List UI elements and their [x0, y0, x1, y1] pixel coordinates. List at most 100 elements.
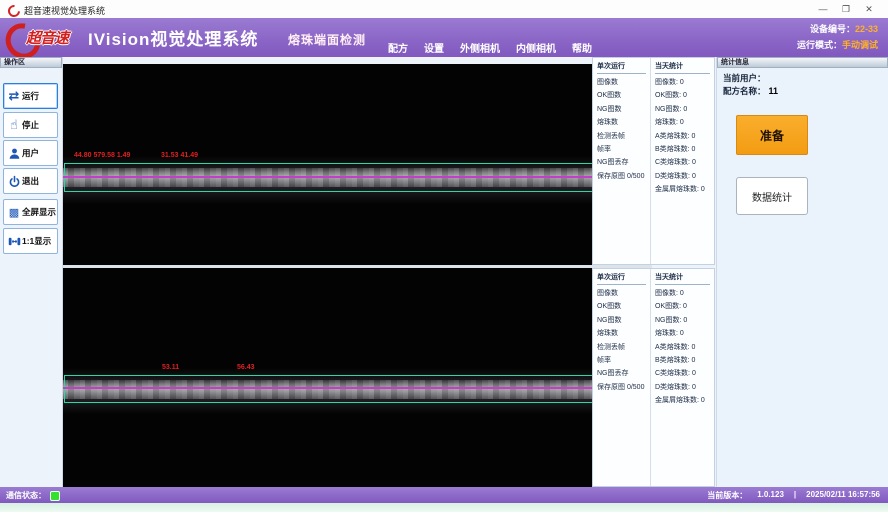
statistics-info-panel: 统计信息 当前用户： 配方名称：11 准备 数据统计: [716, 57, 888, 487]
stat-row: 熔珠数: [597, 327, 646, 340]
stat-row: 图像数: 0: [655, 287, 710, 300]
stat-row: OK图数: 0: [655, 89, 710, 102]
detection-rect-overlay: [64, 375, 652, 403]
stat-row: D类熔珠数: 0: [655, 381, 710, 394]
single-run-rows: 图像数OK图数NG图数熔珠数检测丢帧帧率NG图丢存保存原图 0/500: [597, 287, 646, 394]
prepare-button[interactable]: 准备: [736, 115, 808, 155]
menu-item[interactable]: 外侧相机: [460, 40, 500, 55]
stop-button-label: 停止: [22, 119, 39, 131]
camera-viewport-top[interactable]: 44.80 579.58 1.49 31.53 41.49: [63, 64, 652, 265]
fullscreen-button-label: 全屏显示: [22, 206, 56, 218]
daily-stats-rows: 图像数: 0OK图数: 0NG图数: 0熔珠数: 0A类熔珠数: 0B类熔珠数:…: [655, 287, 710, 408]
stat-row: 检测丢帧: [597, 130, 646, 143]
power-icon: [6, 175, 22, 188]
stat-row: 熔珠数: 0: [655, 327, 710, 340]
recipe-name-value: 11: [769, 86, 779, 96]
fullscreen-button[interactable]: ▩ 全屏显示: [3, 199, 58, 225]
brand-logo-text: 超音速: [26, 27, 68, 48]
fullscreen-grid-icon: ▩: [6, 206, 22, 219]
device-number-value: 22-33: [855, 24, 878, 34]
stat-row: 熔珠数: 0: [655, 116, 710, 129]
run-button[interactable]: ⇄ 运行: [3, 83, 58, 109]
run-mode-value: 手动调试: [842, 40, 878, 50]
run-mode-label: 运行模式：: [797, 40, 842, 50]
stat-row: NG图数: 0: [655, 103, 710, 116]
data-statistics-button[interactable]: 数据统计: [736, 177, 808, 215]
device-number-label: 设备编号：: [810, 24, 855, 34]
measurement-annotation: 56.43: [237, 364, 255, 371]
stat-row: 金属屑熔珠数: 0: [655, 394, 710, 407]
measurement-annotation: 31.53 41.49: [161, 152, 198, 159]
app-title: IVision视觉处理系统: [88, 25, 258, 50]
user-button[interactable]: 用户: [3, 140, 58, 166]
single-run-column: 单次运行 图像数OK图数NG图数熔珠数检测丢帧帧率NG图丢存保存原图 0/500: [593, 58, 651, 264]
menu-bar: 配方 设置 外侧相机 内侧相机 帮助: [388, 40, 592, 55]
user-icon: [6, 147, 22, 160]
recipe-name-label: 配方名称：: [723, 86, 766, 96]
sidebar-title: 操作区: [0, 57, 62, 68]
stat-row: 帧率: [597, 143, 646, 156]
stat-row: 金属屑熔珠数: 0: [655, 183, 710, 196]
stat-row: NG图数: [597, 103, 646, 116]
stop-button[interactable]: ☝ 停止: [3, 112, 58, 138]
window-titlebar: 超音速视觉处理系统 — ❐ ✕: [0, 0, 888, 19]
camera-viewport-bottom[interactable]: 53.11 56.43: [63, 268, 652, 487]
menu-item[interactable]: 配方: [388, 40, 408, 55]
maximize-button[interactable]: ❐: [837, 2, 855, 16]
one-to-one-button-label: 1:1显示: [22, 235, 51, 247]
daily-stats-column: 当天统计 图像数: 0OK图数: 0NG图数: 0熔珠数: 0A类熔珠数: 0B…: [651, 269, 714, 486]
stat-row: OK图数: [597, 89, 646, 102]
stat-row: A类熔珠数: 0: [655, 341, 710, 354]
stat-row: 帧率: [597, 354, 646, 367]
window-title: 超音速视觉处理系统: [24, 4, 105, 17]
stat-row: C类熔珠数: 0: [655, 156, 710, 169]
datetime-value: 2025/02/11 16:57:56: [806, 490, 880, 501]
stat-row: NG图丢存: [597, 367, 646, 380]
run-button-label: 运行: [22, 90, 39, 102]
stat-row: 检测丢帧: [597, 341, 646, 354]
stop-hand-icon: ☝: [6, 117, 22, 133]
menu-item[interactable]: 帮助: [572, 40, 592, 55]
stat-row: 图像数: [597, 76, 646, 89]
single-run-column: 单次运行 图像数OK图数NG图数熔珠数检测丢帧帧率NG图丢存保存原图 0/500: [593, 269, 651, 486]
exit-button[interactable]: 退出: [3, 168, 58, 194]
version-label: 当前版本：: [707, 490, 747, 501]
stat-row: 熔珠数: [597, 116, 646, 129]
app-icon: [6, 3, 23, 20]
current-user-label: 当前用户：: [723, 73, 766, 83]
app-subtitle: 熔珠端面检测: [288, 31, 366, 48]
main-area: 操作区 ⇄ 运行 ☝ 停止 用户 退出 ▩ 全屏显示: [0, 57, 888, 487]
stat-row: 保存原图 0/500: [597, 381, 646, 394]
exit-button-label: 退出: [22, 175, 39, 187]
stats-panel-bottom: 单次运行 图像数OK图数NG图数熔珠数检测丢帧帧率NG图丢存保存原图 0/500…: [592, 268, 715, 487]
status-bar: 通信状态： 当前版本： 1.0.123 | 2025/02/11 16:57:5…: [0, 487, 888, 503]
minimize-button[interactable]: —: [814, 2, 832, 16]
single-run-title: 单次运行: [597, 61, 646, 74]
stat-row: C类熔珠数: 0: [655, 367, 710, 380]
desktop-edge: [0, 503, 888, 512]
comm-status-label: 通信状态：: [6, 490, 46, 501]
user-button-label: 用户: [22, 147, 39, 159]
status-separator: |: [794, 490, 796, 501]
stat-row: 图像数: [597, 287, 646, 300]
run-cycle-icon: ⇄: [6, 88, 22, 104]
recipe-name-row: 配方名称：11: [723, 85, 882, 98]
menu-item[interactable]: 内侧相机: [516, 40, 556, 55]
stat-row: NG图数: [597, 314, 646, 327]
comm-status-indicator: [50, 491, 60, 501]
measure-line-overlay: [63, 387, 652, 389]
menu-item[interactable]: 设置: [424, 40, 444, 55]
stat-row: B类熔珠数: 0: [655, 143, 710, 156]
one-to-one-button[interactable]: 1:1显示: [3, 228, 58, 254]
close-button[interactable]: ✕: [860, 2, 878, 16]
info-panel-title: 统计信息: [717, 57, 888, 68]
single-run-rows: 图像数OK图数NG图数熔珠数检测丢帧帧率NG图丢存保存原图 0/500: [597, 76, 646, 183]
stat-row: NG图数: 0: [655, 314, 710, 327]
stat-row: NG图丢存: [597, 156, 646, 169]
device-info: 设备编号：22-33 运行模式：手动调试: [797, 21, 878, 53]
daily-stats-column: 当天统计 图像数: 0OK图数: 0NG图数: 0熔珠数: 0A类熔珠数: 0B…: [651, 58, 714, 264]
stat-row: A类熔珠数: 0: [655, 130, 710, 143]
measure-line-overlay: [63, 176, 652, 178]
stat-row: OK图数: 0: [655, 300, 710, 313]
measurement-annotation: 44.80 579.58 1.49: [74, 152, 130, 159]
